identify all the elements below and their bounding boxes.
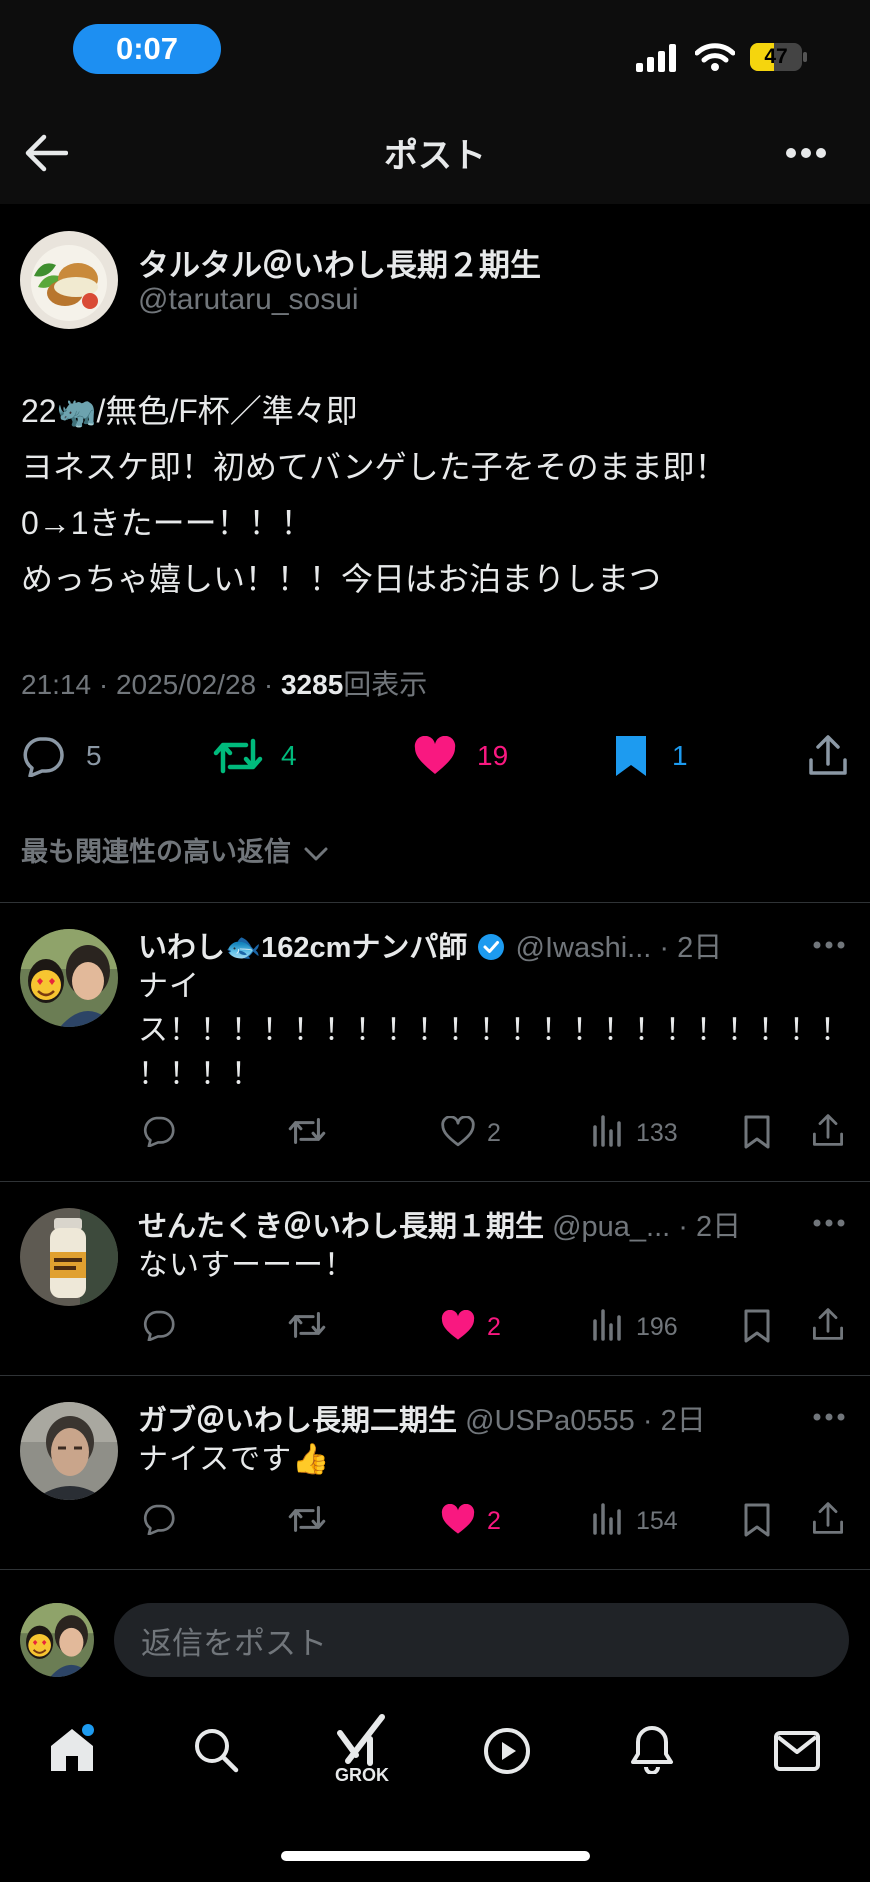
reply-line: ないすーーー！ xyxy=(138,1249,355,1282)
repost-icon[interactable] xyxy=(213,735,263,777)
reply-reply-icon[interactable] xyxy=(141,1309,175,1341)
bookmark-icon[interactable] xyxy=(614,734,648,778)
reply-view-count: 154 xyxy=(636,1507,678,1535)
messages-icon[interactable] xyxy=(774,1731,820,1771)
notifications-icon[interactable] xyxy=(630,1724,674,1774)
battery-percent: 47 xyxy=(764,45,788,68)
author-avatar[interactable] xyxy=(20,231,118,329)
reply-like-count: 2 xyxy=(487,1119,501,1147)
reply-avatar[interactable] xyxy=(20,929,118,1027)
video-icon[interactable] xyxy=(483,1727,531,1775)
reply-header: せんたくき＠いわし長期１期生 @pua_... · 2日 xyxy=(138,1203,741,1245)
battery-indicator: 47 xyxy=(750,43,808,71)
reply-time: · 2日 xyxy=(642,1405,706,1437)
wifi-icon xyxy=(695,42,735,72)
reply-count: 5 xyxy=(86,740,102,771)
reply-like-icon[interactable] xyxy=(440,1310,476,1342)
reply-line: ！！！！ xyxy=(138,1058,262,1091)
grok-icon xyxy=(336,1713,394,1767)
post-view-label: 回表示 xyxy=(343,669,428,700)
reply-author-name[interactable]: いわし🐟162cmナンパ師 xyxy=(138,932,467,964)
reply-bookmark-icon[interactable] xyxy=(744,1309,770,1343)
author-handle[interactable]: @tarutaru_sosui xyxy=(138,283,359,317)
reply-line: ナイ xyxy=(138,970,200,1003)
verified-badge-icon xyxy=(477,933,505,961)
reply-author-handle[interactable]: @USPa0555 xyxy=(465,1405,635,1437)
reply-author-name[interactable]: ガブ＠いわし長期二期生 xyxy=(138,1405,457,1437)
divider xyxy=(0,1375,870,1376)
reply-like-count: 2 xyxy=(487,1313,501,1341)
home-icon[interactable] xyxy=(47,1724,97,1774)
reply-share-icon[interactable] xyxy=(812,1113,844,1147)
reply-time: · 2日 xyxy=(678,1211,742,1243)
reply-reply-icon[interactable] xyxy=(141,1115,175,1147)
reply-sort-dropdown[interactable]: 最も関連性の高い返信 xyxy=(21,830,329,869)
reply-avatar[interactable] xyxy=(20,1208,118,1306)
share-icon[interactable] xyxy=(808,734,848,776)
reply-line: ス！！！！！！！！！！！！！！！！！！！！！！ xyxy=(138,1014,851,1047)
grok-label: GROK xyxy=(335,1765,389,1785)
author-name[interactable]: タルタル＠いわし長期２期生 xyxy=(138,240,541,285)
home-indicator xyxy=(281,1851,590,1861)
reply-reply-icon[interactable] xyxy=(141,1503,175,1535)
reply-repost-icon[interactable] xyxy=(287,1503,327,1535)
reply-repost-icon[interactable] xyxy=(287,1309,327,1341)
reply-compose-placeholder: 返信をポスト xyxy=(141,1625,327,1661)
reply-like-count: 2 xyxy=(487,1507,501,1535)
reply-views-icon[interactable] xyxy=(592,1113,622,1147)
reply-like-icon[interactable] xyxy=(440,1504,476,1536)
post-view-count[interactable]: 3285 xyxy=(281,669,343,700)
reply-repost-icon[interactable] xyxy=(287,1115,327,1147)
reply-text: ナイ ス！！！！！！！！！！！！！！！！！！！！！！ ！！！！ xyxy=(138,965,851,1097)
reply-text: ナイスです👍 xyxy=(138,1438,838,1482)
more-options-icon[interactable] xyxy=(785,147,827,159)
reply-bookmark-icon[interactable] xyxy=(744,1503,770,1537)
reply-compose-input[interactable]: 返信をポスト xyxy=(114,1603,849,1677)
reply-view-count: 196 xyxy=(636,1313,678,1341)
search-icon[interactable] xyxy=(193,1727,239,1773)
like-count: 19 xyxy=(477,740,509,771)
reply-time: · 2日 xyxy=(659,932,723,964)
post-text: 22🦏/無色/F杯／準々即 ヨネスケ即！初めてバンゲした子をそのまま即！ 0→1… xyxy=(21,383,861,607)
signal-icon xyxy=(636,44,678,72)
reply-more-icon[interactable] xyxy=(812,1412,846,1422)
my-avatar[interactable] xyxy=(20,1603,94,1677)
reply-like-icon[interactable] xyxy=(440,1116,476,1148)
reply-header: いわし🐟162cmナンパ師 @Iwashi... · 2日 xyxy=(138,924,722,966)
reply-author-handle[interactable]: @Iwashi... xyxy=(516,932,652,964)
page-title: ポスト xyxy=(384,137,486,175)
post-meta: 21:14 · 2025/02/28 · 3285回表示 xyxy=(21,663,427,703)
post-line: 0→1きたーー！！！ xyxy=(21,505,313,541)
post-line: 22🦏/無色/F杯／準々即 xyxy=(21,393,358,429)
reply-bookmark-icon[interactable] xyxy=(744,1115,770,1149)
reply-author-handle[interactable]: @pua_... xyxy=(552,1211,670,1243)
post-line: ヨネスケ即！初めてバンゲした子をそのまま即！ xyxy=(21,449,727,485)
status-time: 0:07 xyxy=(73,24,221,74)
reply-avatar[interactable] xyxy=(20,1402,118,1500)
reply-text: ないすーーー！ xyxy=(138,1244,838,1288)
reply-sort-label: 最も関連性の高い返信 xyxy=(21,837,291,867)
divider xyxy=(0,1569,870,1570)
reply-more-icon[interactable] xyxy=(812,940,846,950)
reply-views-icon[interactable] xyxy=(592,1307,622,1341)
reply-author-name[interactable]: せんたくき＠いわし長期１期生 xyxy=(138,1211,544,1243)
post-timestamp: 21:14 · 2025/02/28 · xyxy=(21,669,281,700)
bookmark-count: 1 xyxy=(672,740,688,771)
post-line: めっちゃ嬉しい！！！今日はお泊まりしまつ xyxy=(21,561,662,597)
reply-more-icon[interactable] xyxy=(812,1218,846,1228)
reply-header: ガブ＠いわし長期二期生 @USPa0555 · 2日 xyxy=(138,1397,706,1439)
like-icon[interactable] xyxy=(413,736,457,776)
reply-view-count: 133 xyxy=(636,1119,678,1147)
reply-share-icon[interactable] xyxy=(812,1501,844,1535)
reply-views-icon[interactable] xyxy=(592,1501,622,1535)
divider xyxy=(0,1181,870,1182)
grok-nav-item[interactable]: GROK xyxy=(330,1713,394,1786)
reply-share-icon[interactable] xyxy=(812,1307,844,1341)
reply-icon[interactable] xyxy=(20,735,64,777)
chevron-down-icon xyxy=(303,846,329,862)
divider xyxy=(0,902,870,903)
reply-line: ナイスです👍 xyxy=(138,1443,331,1476)
repost-count: 4 xyxy=(281,740,297,771)
